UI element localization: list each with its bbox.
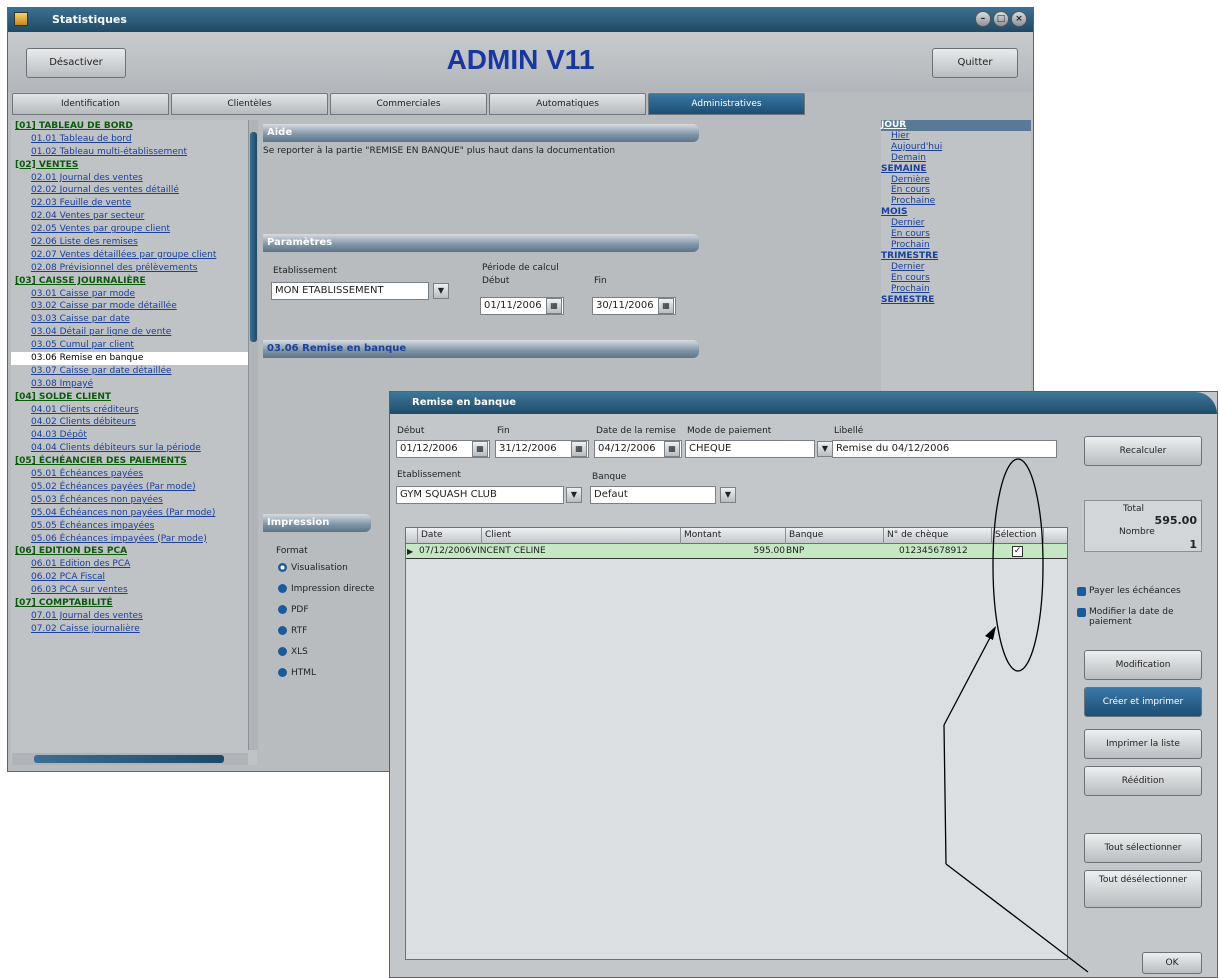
arrowhead-icon [985,626,996,640]
annotation-line [945,863,1089,973]
annotation-line [943,724,947,865]
annotation-overlay [943,458,1089,973]
annotation-arrow [943,631,994,726]
highlight-ellipse [992,458,1044,672]
